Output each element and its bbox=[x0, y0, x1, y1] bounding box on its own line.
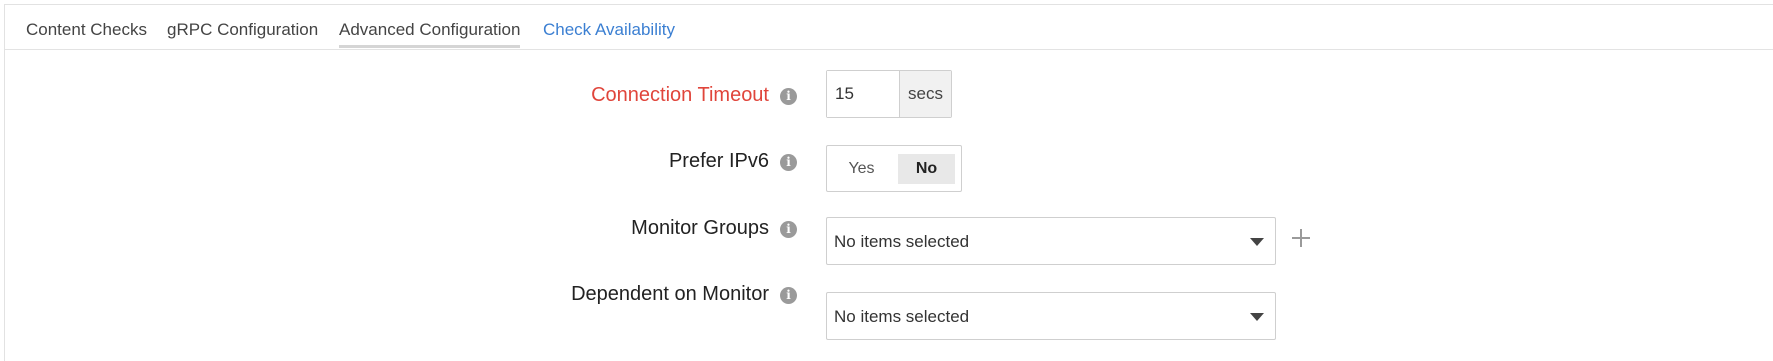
add-icon[interactable] bbox=[1291, 228, 1311, 248]
prefer-ipv6-no-option[interactable]: No bbox=[898, 153, 955, 184]
connection-timeout-input[interactable] bbox=[827, 71, 899, 117]
form-panel: Content Checks gRPC Configuration Advanc… bbox=[4, 4, 1773, 361]
prefer-ipv6-yes-option[interactable]: Yes bbox=[833, 154, 890, 184]
tab-bar: Content Checks gRPC Configuration Advanc… bbox=[5, 5, 1773, 50]
monitor-groups-value: No items selected bbox=[834, 232, 970, 251]
dependent-on-monitor-select[interactable]: No items selected bbox=[826, 292, 1276, 340]
info-icon[interactable]: i bbox=[780, 221, 797, 238]
timeout-unit-label: secs bbox=[899, 71, 951, 117]
caret-down-icon bbox=[1250, 313, 1264, 321]
connection-timeout-label: Connection Timeout bbox=[591, 84, 769, 106]
monitor-groups-select[interactable]: No items selected bbox=[826, 217, 1276, 265]
dependent-on-monitor-value: No items selected bbox=[834, 307, 970, 326]
dependent-on-monitor-label: Dependent on Monitor bbox=[571, 283, 769, 305]
monitor-groups-label: Monitor Groups bbox=[631, 217, 769, 239]
info-icon[interactable]: i bbox=[780, 154, 797, 171]
tab-advanced-configuration[interactable]: Advanced Configuration bbox=[339, 20, 521, 48]
prefer-ipv6-label: Prefer IPv6 bbox=[668, 150, 769, 172]
prefer-ipv6-toggle: Yes No bbox=[826, 145, 962, 192]
info-icon[interactable]: i bbox=[780, 287, 797, 304]
tab-content-checks[interactable]: Content Checks bbox=[26, 20, 147, 40]
tab-grpc-configuration[interactable]: gRPC Configuration bbox=[167, 20, 318, 40]
info-icon[interactable]: i bbox=[780, 88, 797, 105]
caret-down-icon bbox=[1250, 238, 1264, 246]
tab-check-availability[interactable]: Check Availability bbox=[543, 20, 675, 40]
connection-timeout-field: secs bbox=[826, 70, 952, 118]
